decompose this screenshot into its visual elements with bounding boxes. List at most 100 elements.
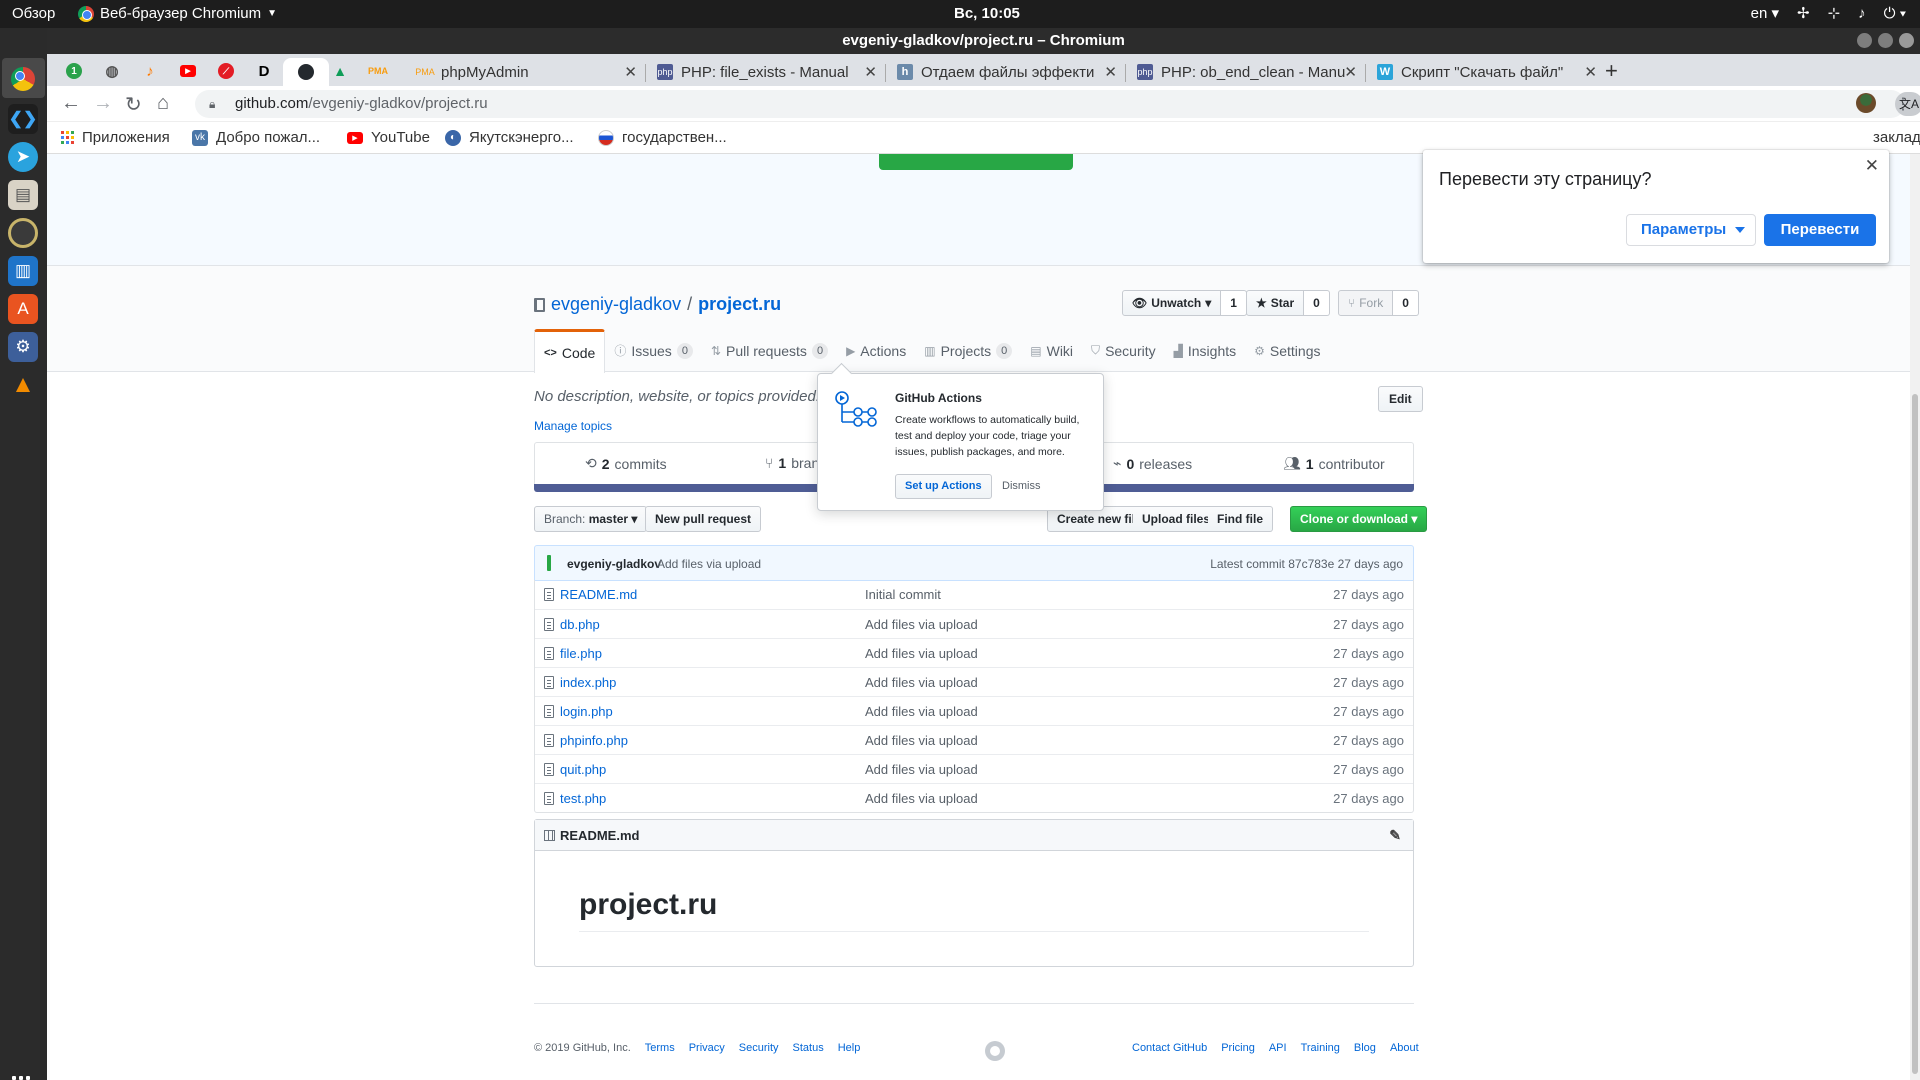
file-name-link[interactable]: test.php [560,791,606,806]
upload-files-button[interactable]: Upload files [1133,506,1221,532]
menu-icon[interactable]: ⋮ [1895,94,1911,114]
pinned-tab-globe[interactable]: ◍ [101,60,123,82]
tab-php-file-exists[interactable]: php PHP: file_exists - Manual ✕ [645,58,885,86]
pinned-tab-d[interactable]: D [253,60,275,82]
close-window-button[interactable] [1899,33,1914,48]
software-center-icon[interactable]: A [8,294,38,324]
pinned-tab-red[interactable]: ⟋ [215,60,237,82]
forward-icon[interactable]: → [93,92,113,115]
maximize-button[interactable] [1878,33,1893,48]
tab-phpmyadmin[interactable]: PMA phpMyAdmin ✕ [405,58,645,86]
footer-link-api[interactable]: API [1269,1042,1287,1054]
find-file-button[interactable]: Find file [1208,506,1273,532]
footer-link-privacy[interactable]: Privacy [689,1042,725,1054]
pinned-tab-pma[interactable]: PMA [367,60,389,82]
repo-owner-link[interactable]: evgeniy-gladkov [551,294,681,315]
file-commit-message[interactable]: Add files via upload [865,762,978,777]
clock[interactable]: Вс, 10:05 [954,5,1020,22]
fork-button[interactable]: ⑂ Fork [1338,290,1394,316]
github-logo-icon[interactable] [985,1041,1005,1061]
file-commit-message[interactable]: Add files via upload [865,791,978,806]
remote-desktop-icon[interactable]: ⚙ [8,332,38,362]
file-commit-message[interactable]: Add files via upload [865,733,978,748]
file-commit-message[interactable]: Add files via upload [865,617,978,632]
vlc-icon[interactable]: ▲ [8,370,38,400]
chromium-dock-icon[interactable] [8,64,38,94]
releases-link[interactable]: ⌁ 0 releases [1113,455,1192,472]
commits-link[interactable]: ⟲ 2 commits [585,455,667,472]
file-commit-message[interactable]: Add files via upload [865,675,978,690]
close-icon[interactable]: ✕ [1104,63,1117,81]
translate-button[interactable]: Перевести [1764,214,1876,246]
fork-count[interactable]: 0 [1393,290,1419,316]
translate-options-button[interactable]: Параметры [1626,214,1756,246]
bookmark-apps[interactable]: Приложения [61,129,170,146]
power-icon[interactable]: ⏻ ▾ [1884,5,1906,22]
reload-icon[interactable]: ↻ [125,92,142,117]
setup-actions-button[interactable]: Set up Actions [895,474,992,499]
star-count[interactable]: 0 [1304,290,1330,316]
file-name-link[interactable]: phpinfo.php [560,733,628,748]
manage-topics-link[interactable]: Manage topics [534,419,612,433]
footer-link-help[interactable]: Help [838,1042,861,1054]
pinned-tab-1[interactable]: 1 [63,60,85,82]
footer-link-about[interactable]: About [1390,1042,1419,1054]
bookmark-gosuslugi[interactable]: государствен... [598,129,727,146]
tab-actions[interactable]: ▶ Actions [837,329,915,372]
footer-link-contact[interactable]: Contact GitHub [1132,1042,1207,1054]
file-name-link[interactable]: file.php [560,646,602,661]
file-name-link[interactable]: login.php [560,704,613,719]
tab-wiki[interactable]: ▤ Wiki [1021,329,1082,372]
tab-habr[interactable]: h Отдаем файлы эффекти ✕ [885,58,1125,86]
file-name-link[interactable]: README.md [560,587,637,602]
accessibility-icon[interactable]: ✢ [1797,4,1810,22]
close-icon[interactable]: ✕ [1584,63,1597,81]
files-icon[interactable]: ▤ [8,180,38,210]
rhythmbox-icon[interactable] [8,218,38,248]
file-commit-message[interactable]: Add files via upload [865,704,978,719]
footer-link-status[interactable]: Status [793,1042,824,1054]
edit-description-button[interactable]: Edit [1378,386,1423,412]
branch-select-button[interactable]: Branch: master ▾ [534,506,648,532]
footer-link-blog[interactable]: Blog [1354,1042,1376,1054]
tab-pull-requests[interactable]: ⇅ Pull requests 0 [702,329,837,372]
back-icon[interactable]: ← [61,92,81,115]
close-icon[interactable]: ✕ [1865,156,1879,176]
tab-php-ob-end-clean[interactable]: php PHP: ob_end_clean - Manu ✕ [1125,58,1365,86]
system-tray[interactable]: en ▾ ✢ ⊹ ♪ ⏻ ▾ [1751,4,1906,23]
banner-button[interactable] [879,154,1073,170]
bookmark-youtube[interactable]: ▶ YouTube [347,129,430,146]
star-button[interactable]: ★ Star [1246,290,1305,316]
vscode-icon[interactable]: ❮❯ [8,104,38,134]
footer-link-terms[interactable]: Terms [645,1042,675,1054]
tab-security[interactable]: ⛉ Security [1082,329,1165,372]
file-commit-message[interactable]: Add files via upload [865,646,978,661]
repo-name-link[interactable]: project.ru [698,294,781,315]
tab-download-script[interactable]: W Скрипт "Скачать файл" ✕ [1365,58,1605,86]
tab-settings[interactable]: ⚙ Settings [1245,329,1329,372]
pinned-tab-music[interactable]: ♪ [139,60,161,82]
home-icon[interactable]: ⌂ [157,92,169,115]
volume-icon[interactable]: ♪ [1858,5,1866,22]
bookmark-yakutskenergo[interactable]: ◐ Якутскэнерго... [445,129,574,146]
file-name-link[interactable]: quit.php [560,762,606,777]
close-icon[interactable]: ✕ [624,63,637,81]
commit-message[interactable]: Add files via upload [657,557,761,571]
new-tab-button[interactable]: + [1605,58,1618,84]
bookmark-vk[interactable]: vk Добро пожал... [192,129,320,146]
pinned-tab-drive[interactable]: ▲ [329,60,351,82]
footer-link-pricing[interactable]: Pricing [1221,1042,1255,1054]
tab-projects[interactable]: ▥ Projects 0 [915,329,1021,372]
app-menu[interactable]: Веб-браузер Chromium ▼ [78,5,277,22]
scrollbar-thumb[interactable] [1912,394,1918,1074]
telegram-icon[interactable]: ➤ [8,142,38,172]
pinned-tab-youtube[interactable]: ▶ [177,60,199,82]
footer-link-security[interactable]: Security [739,1042,779,1054]
show-apps-icon[interactable] [12,1076,34,1080]
keyboard-layout[interactable]: en ▾ [1751,4,1779,22]
pinned-tab-github[interactable] [283,58,329,86]
address-bar[interactable]: 🔒︎ github.com/evgeniy-gladkov/project.ru… [195,90,1920,118]
page-scrollbar[interactable] [1910,154,1920,1080]
tab-insights[interactable]: ▟ Insights [1165,329,1245,372]
branches-link[interactable]: ⑂ 1 bran [765,455,819,471]
